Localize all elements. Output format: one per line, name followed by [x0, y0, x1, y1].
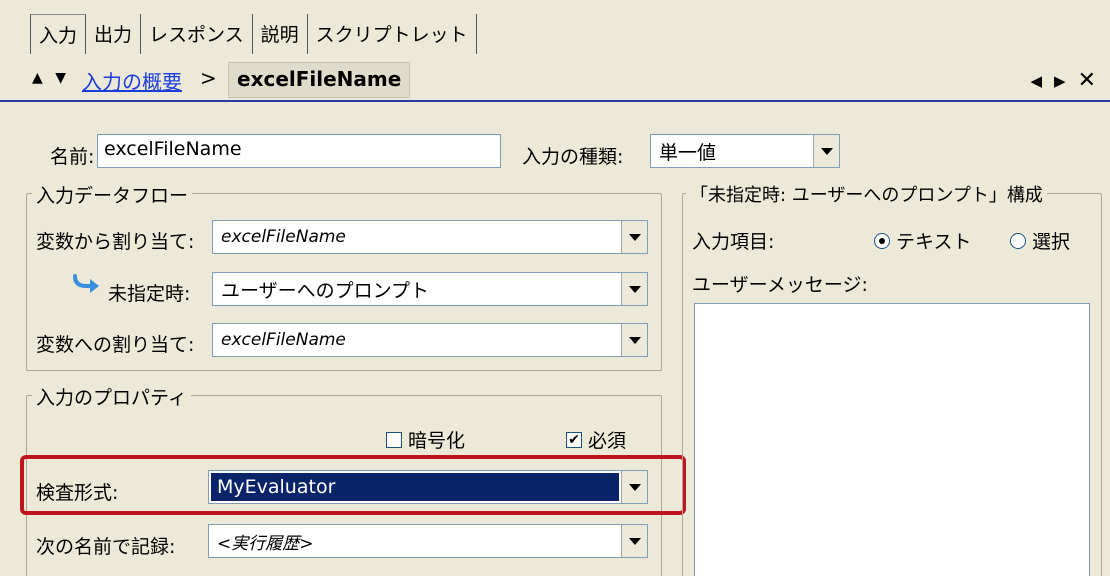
- tab-bar: 入力 出力 レスポンス 説明 スクリプトレット: [30, 14, 477, 54]
- input-properties-title: 入力のプロパティ: [32, 383, 191, 410]
- text-radio-label: テキスト: [896, 231, 972, 253]
- validation-label: 検査形式:: [36, 482, 119, 504]
- input-type-label: 入力の種類:: [522, 146, 624, 168]
- dropdown-button[interactable]: [621, 525, 647, 557]
- assign-from-var-select[interactable]: excelFileName: [212, 220, 648, 254]
- chevron-down-icon: [628, 233, 641, 241]
- select-radio-button[interactable]: [1010, 232, 1026, 249]
- select-radio-label: 選択: [1032, 231, 1071, 253]
- dropdown-button[interactable]: [621, 221, 647, 253]
- assign-to-var-label: 変数への割り当て:: [36, 334, 195, 356]
- panel-nav: ◀ ▶ ✕: [1030, 68, 1096, 93]
- record-as-select[interactable]: <実行履歴>: [208, 524, 648, 558]
- text-radio[interactable]: テキスト: [874, 227, 971, 254]
- close-icon[interactable]: ✕: [1078, 68, 1096, 93]
- tab-input[interactable]: 入力: [30, 14, 87, 54]
- encrypt-checkbox-box[interactable]: [386, 431, 402, 448]
- when-unspecified-value: ユーザーへのプロンプト: [221, 279, 430, 302]
- next-icon[interactable]: ▶: [1054, 72, 1066, 90]
- input-type-select[interactable]: 単一値: [650, 134, 840, 168]
- breadcrumb-separator: >: [200, 66, 217, 90]
- record-as-label: 次の名前で記録:: [36, 536, 176, 558]
- encrypt-checkbox[interactable]: 暗号化: [386, 426, 465, 453]
- tab-output[interactable]: 出力: [86, 14, 142, 54]
- required-checkbox-box[interactable]: ✔: [566, 431, 582, 448]
- prev-icon[interactable]: ◀: [1030, 72, 1042, 90]
- text-radio-button[interactable]: [874, 232, 890, 249]
- name-label: 名前:: [50, 146, 95, 168]
- tab-response[interactable]: レスポンス: [141, 14, 253, 54]
- prompt-config-title: 「未指定時: ユーザーへのプロンプト」構成: [686, 181, 1047, 207]
- when-unspecified-select[interactable]: ユーザーへのプロンプト: [212, 272, 648, 306]
- input-dataflow-title: 入力データフロー: [32, 181, 193, 208]
- input-item-label: 入力項目:: [692, 231, 775, 253]
- validation-value: MyEvaluator: [211, 473, 619, 501]
- curved-arrow-icon: [73, 274, 99, 293]
- validation-select[interactable]: MyEvaluator: [208, 470, 648, 504]
- breadcrumb-parent-link[interactable]: 入力の概要: [82, 66, 182, 95]
- dropdown-button[interactable]: [813, 135, 839, 167]
- encrypt-label: 暗号化: [408, 430, 466, 452]
- chevron-down-icon: [820, 147, 833, 155]
- chevron-down-icon: [628, 537, 641, 545]
- chevron-down-icon: [628, 336, 641, 344]
- chevron-down-icon: [628, 483, 641, 491]
- breadcrumb-current: excelFileName: [228, 62, 411, 98]
- required-label: 必須: [588, 430, 627, 452]
- assign-from-var-value: excelFileName: [221, 227, 346, 247]
- up-down-arrows-icon[interactable]: ▲ ▼: [32, 70, 70, 86]
- select-radio[interactable]: 選択: [1010, 227, 1070, 254]
- user-message-label: ユーザーメッセージ:: [692, 274, 868, 296]
- tab-scriptlet[interactable]: スクリプトレット: [308, 14, 477, 54]
- input-type-value: 単一値: [659, 141, 717, 164]
- dropdown-button[interactable]: [621, 471, 647, 503]
- assign-from-var-label: 変数から割り当て:: [36, 231, 195, 253]
- assign-to-var-select[interactable]: excelFileName: [212, 323, 648, 357]
- chevron-down-icon: [628, 285, 641, 293]
- assign-to-var-value: excelFileName: [221, 330, 346, 350]
- when-unspecified-label: 未指定時:: [108, 283, 191, 305]
- tab-description[interactable]: 説明: [253, 14, 308, 54]
- required-checkbox[interactable]: ✔ 必須: [566, 426, 626, 453]
- dropdown-button[interactable]: [621, 273, 647, 305]
- dropdown-button[interactable]: [621, 324, 647, 356]
- name-field[interactable]: excelFileName: [97, 134, 501, 168]
- record-as-value: <実行履歴>: [217, 533, 314, 554]
- user-message-textarea[interactable]: [694, 303, 1090, 576]
